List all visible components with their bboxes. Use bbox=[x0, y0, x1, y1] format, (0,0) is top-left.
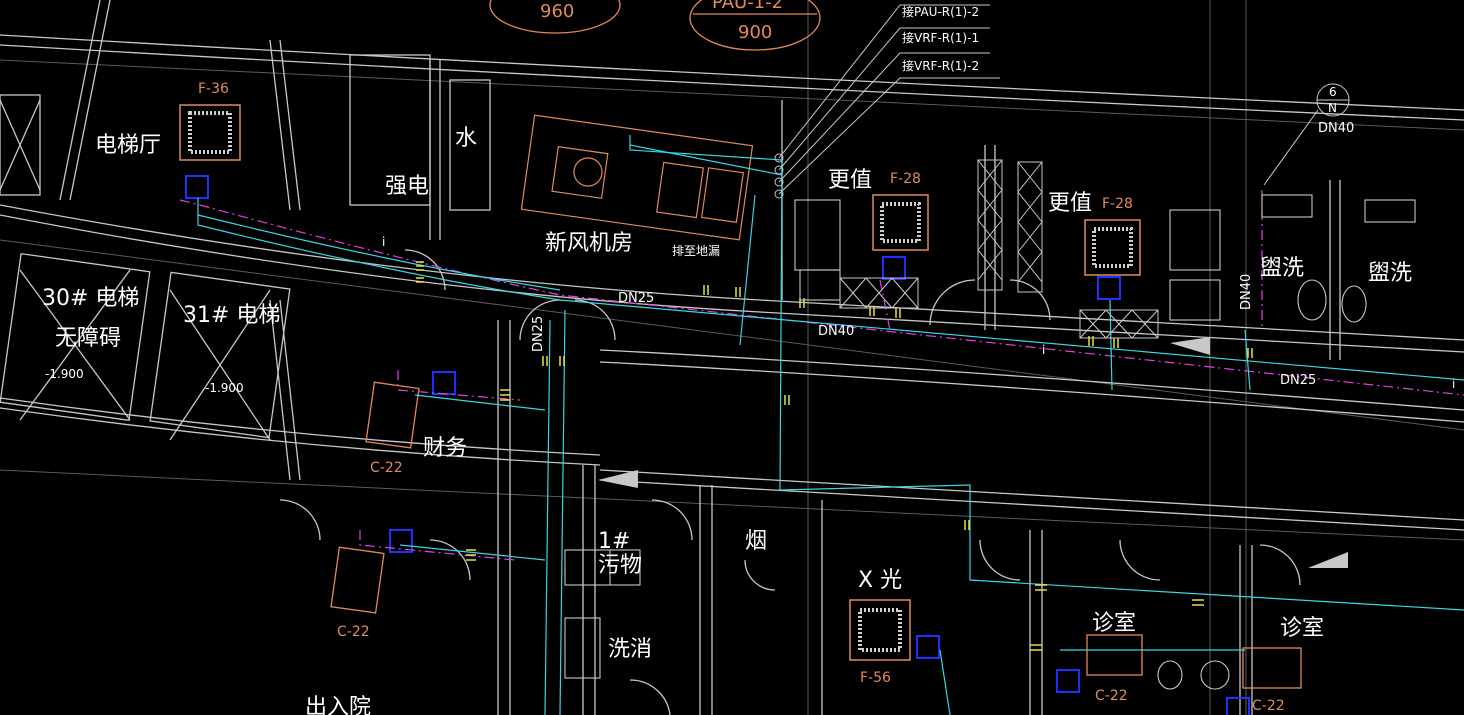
tag-c22a: C-22 bbox=[370, 460, 403, 476]
room-wash-1: 盥洗 bbox=[1260, 256, 1304, 281]
pipe-dn25-c: DN25 bbox=[1280, 373, 1316, 388]
tag-f28a: F-28 bbox=[890, 171, 921, 187]
room-elevator-hall: 电梯厅 bbox=[95, 133, 161, 158]
room-clinic-2: 诊室 bbox=[1280, 616, 1324, 641]
leader-vrf-r-1-1: 接VRF-R(1)-1 bbox=[902, 30, 979, 45]
level-30: -1.900 bbox=[45, 367, 84, 381]
room-finance: 财务 bbox=[423, 436, 467, 461]
pipe-dn40-c: DN40 bbox=[1318, 121, 1354, 136]
leader-pau-r-1-2: 接PAU-R(1)-2 bbox=[902, 4, 979, 19]
room-smoke: 烟 bbox=[745, 529, 767, 554]
room-strong-power: 强电 bbox=[385, 174, 429, 199]
room-wash-2: 盥洗 bbox=[1368, 261, 1412, 286]
riser-letter: N bbox=[1328, 101, 1337, 115]
tag-c22d: C-22 bbox=[1252, 698, 1285, 714]
oval-900: 900 bbox=[738, 22, 772, 43]
leader-vrf-r-1-2: 接VRF-R(1)-2 bbox=[902, 58, 979, 73]
slope-i-1: i bbox=[382, 235, 385, 249]
tag-c22c: C-22 bbox=[1095, 688, 1128, 704]
room-disinfect: 洗消 bbox=[608, 637, 652, 662]
slope-i-2: i bbox=[1042, 343, 1045, 357]
oval-pau-label: PAU-1-2 bbox=[712, 0, 783, 13]
room-entrance: 出入院 bbox=[305, 695, 371, 715]
pipe-dn25-a: DN25 bbox=[618, 291, 654, 306]
tag-f36: F-36 bbox=[198, 81, 229, 97]
note-exhaust: 排至地漏 bbox=[672, 244, 720, 258]
room-elevator-30: 30# 电梯 bbox=[42, 286, 139, 311]
room-duty-1: 更值 bbox=[828, 168, 872, 193]
pipe-dn25-b: DN25 bbox=[531, 316, 546, 352]
cad-drawing-canvas[interactable]: 电梯厅 强电 水 新风机房 排至地漏 更值 更值 盥洗 盥洗 30# 电梯 无障… bbox=[0, 0, 1464, 715]
room-fresh-air: 新风机房 bbox=[545, 231, 633, 256]
pipe-dn40-a: DN40 bbox=[818, 324, 854, 339]
room-xray: X 光 bbox=[858, 568, 902, 593]
tag-f28b: F-28 bbox=[1102, 196, 1133, 212]
room-duty-2: 更值 bbox=[1048, 191, 1092, 216]
slope-i-3: i bbox=[1452, 377, 1455, 391]
riser-number: 6 bbox=[1329, 85, 1337, 99]
pipe-dn40-b: DN40 bbox=[1239, 274, 1254, 310]
room-barrier-free: 无障碍 bbox=[55, 326, 121, 351]
room-clinic-1: 诊室 bbox=[1092, 611, 1136, 636]
level-31: -1.900 bbox=[205, 381, 244, 395]
oval-960: 960 bbox=[540, 1, 574, 22]
tag-c22b: C-22 bbox=[337, 624, 370, 640]
room-water: 水 bbox=[455, 126, 477, 151]
tag-f56: F-56 bbox=[860, 670, 891, 686]
room-elevator-31: 31# 电梯 bbox=[183, 303, 280, 328]
